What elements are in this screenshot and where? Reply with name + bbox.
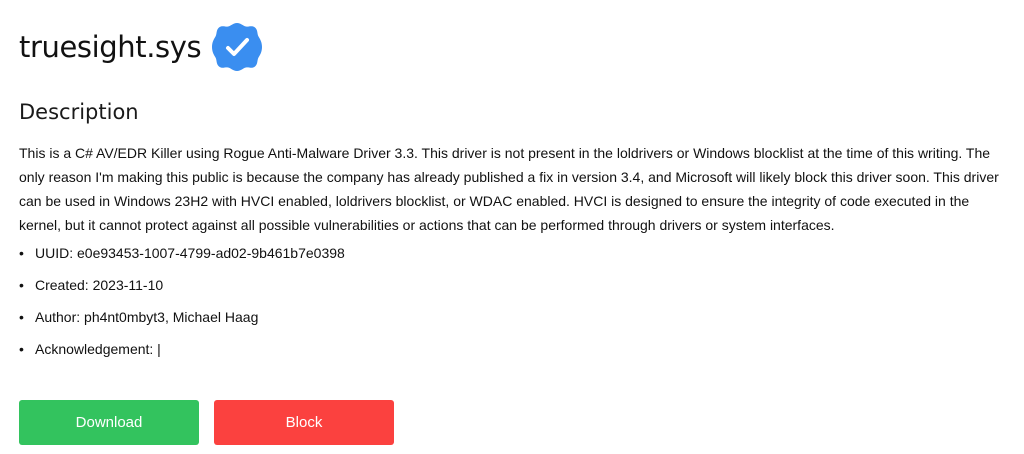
bullet-icon: • (19, 277, 24, 294)
meta-created: • Created: 2023-11-10 (19, 276, 1009, 294)
download-button[interactable]: Download (19, 400, 199, 445)
bullet-icon: • (19, 341, 24, 358)
bullet-icon: • (19, 309, 24, 326)
block-button[interactable]: Block (214, 400, 394, 445)
title-row: truesight.sys (19, 22, 1009, 72)
driver-title: truesight.sys (19, 29, 202, 64)
description-text: This is a C# AV/EDR Killer using Rogue A… (19, 145, 999, 234)
meta-uuid: • UUID: e0e93453-1007-4799-ad02-9b461b7e… (19, 244, 1009, 262)
verified-badge-icon (211, 21, 263, 73)
meta-acknowledgement: • Acknowledgement: | (19, 340, 1009, 358)
driver-detail-page: truesight.sys Description This is a C# A… (19, 0, 1009, 372)
meta-author-text: Author: ph4nt0mbyt3, Michael Haag (35, 309, 259, 326)
action-buttons: Download Block (19, 400, 394, 445)
meta-created-text: Created: 2023-11-10 (35, 277, 164, 294)
meta-author: • Author: ph4nt0mbyt3, Michael Haag (19, 308, 1009, 326)
bullet-icon: • (19, 245, 24, 262)
meta-acknowledgement-text: Acknowledgement: | (35, 341, 161, 358)
description-heading: Description (19, 100, 139, 124)
metadata-list: • UUID: e0e93453-1007-4799-ad02-9b461b7e… (19, 244, 1009, 358)
meta-uuid-text: UUID: e0e93453-1007-4799-ad02-9b461b7e03… (35, 245, 345, 262)
